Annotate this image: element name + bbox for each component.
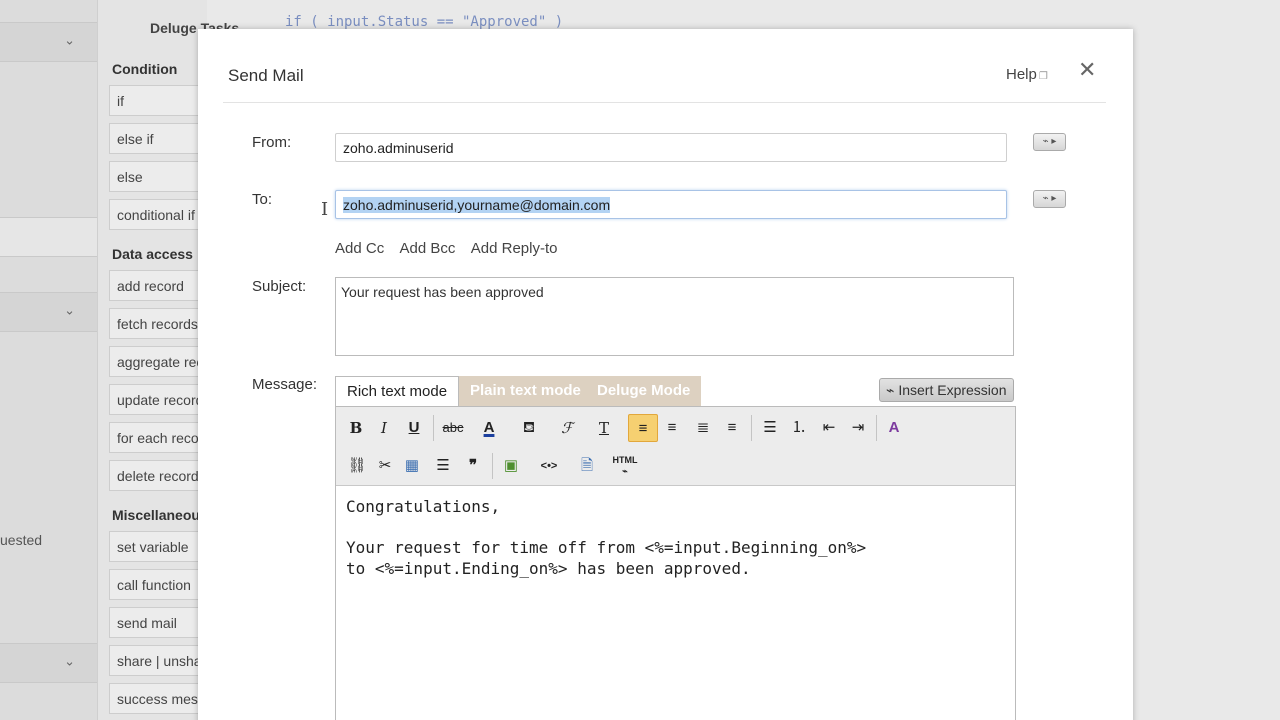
insert-file-icon[interactable]: 🗎 bbox=[572, 452, 602, 480]
justify-icon[interactable]: ≣ bbox=[688, 414, 718, 442]
to-value: zoho.adminuserid,yourname@domain.com bbox=[343, 197, 611, 213]
bullet-list-icon[interactable]: ☰ bbox=[755, 414, 785, 442]
chevron-down-icon[interactable]: ⌄ bbox=[64, 32, 75, 48]
nav-selected-item[interactable] bbox=[0, 217, 97, 257]
toolbar-separator bbox=[433, 415, 434, 441]
help-link[interactable]: Help ❐ bbox=[1006, 66, 1048, 83]
from-field[interactable]: zoho.adminuserid bbox=[335, 133, 1007, 162]
add-bcc-link[interactable]: Add Bcc bbox=[400, 240, 456, 257]
align-right-icon[interactable]: ≡ bbox=[657, 414, 687, 442]
tab-deluge-mode[interactable]: Deluge Mode bbox=[586, 376, 702, 406]
to-label: To: bbox=[252, 191, 273, 208]
html-source-icon[interactable]: HTML ⌁ bbox=[610, 452, 640, 480]
insert-expression-button[interactable]: ⌁ Insert Expression bbox=[879, 378, 1014, 402]
message-editor: B I U abc A ⛾ ℱ T ≡ ≡ ≣ ≡ ☰ ⒈ ⇤ ⇥ A ⛓ ✂ … bbox=[335, 406, 1016, 720]
font-size-icon[interactable]: T bbox=[589, 414, 619, 442]
message-label: Message: bbox=[252, 376, 318, 393]
left-navigation: ⌄ ⌄ uested ⌄ bbox=[0, 0, 97, 720]
subject-label: Subject: bbox=[252, 278, 307, 295]
section-miscellaneous: Miscellaneous bbox=[112, 507, 208, 523]
link-icon[interactable]: ⛓ bbox=[342, 452, 372, 480]
tab-plain-text-mode[interactable]: Plain text mode bbox=[459, 376, 592, 406]
nav-requested-text: uested bbox=[0, 532, 43, 548]
toolbar-separator bbox=[876, 415, 877, 441]
message-body[interactable]: Congratulations, Your request for time o… bbox=[346, 497, 866, 579]
insert-expression-label: Insert Expression bbox=[898, 382, 1007, 398]
add-cc-link[interactable]: Add Cc bbox=[335, 240, 384, 257]
external-window-icon: ❐ bbox=[1038, 71, 1048, 82]
background-color-icon[interactable]: ⛾ bbox=[514, 414, 544, 442]
chevron-down-icon[interactable]: ⌄ bbox=[64, 653, 75, 669]
bold-icon[interactable]: B bbox=[341, 414, 371, 442]
numbered-list-icon[interactable]: ⒈ bbox=[784, 414, 814, 442]
deluge-tasks-panel: Deluge Tasks Condition if else if else c… bbox=[97, 0, 239, 720]
nav-group-3[interactable]: ⌄ bbox=[0, 643, 97, 683]
from-value: zoho.adminuserid bbox=[343, 140, 454, 156]
embed-code-icon[interactable]: <•> bbox=[534, 452, 564, 480]
script-code-line: if ( input.Status == "Approved" ) bbox=[285, 14, 564, 30]
toolbar-separator bbox=[492, 453, 493, 479]
nav-group-1[interactable]: ⌄ bbox=[0, 22, 97, 62]
text-cursor-icon: I bbox=[321, 199, 329, 220]
indent-icon[interactable]: ⇥ bbox=[843, 414, 873, 442]
align-center-icon[interactable]: ≡ bbox=[717, 414, 747, 442]
nav-group-2[interactable]: ⌄ bbox=[0, 292, 97, 332]
add-recipient-links: Add Cc Add Bcc Add Reply-to bbox=[335, 240, 569, 257]
editor-toolbar: B I U abc A ⛾ ℱ T ≡ ≡ ≣ ≡ ☰ ⒈ ⇤ ⇥ A ⛓ ✂ … bbox=[336, 407, 1015, 486]
help-label: Help bbox=[1006, 66, 1037, 83]
align-left-icon[interactable]: ≡ bbox=[628, 414, 658, 442]
font-family-icon[interactable]: ℱ bbox=[552, 414, 582, 442]
strikethrough-icon[interactable]: abc bbox=[438, 414, 468, 442]
from-expression-button[interactable]: ⌁ ▸ bbox=[1033, 133, 1066, 151]
add-reply-to-link[interactable]: Add Reply-to bbox=[471, 240, 558, 257]
dialog-title: Send Mail bbox=[228, 66, 304, 85]
title-divider bbox=[223, 102, 1106, 103]
unlink-icon[interactable]: ✂ bbox=[370, 452, 400, 480]
expression-icon: ⌁ bbox=[886, 382, 899, 398]
outdent-icon[interactable]: ⇤ bbox=[814, 414, 844, 442]
send-mail-dialog: Send Mail Help ❐ ✕ From: zoho.adminuserid… bbox=[198, 29, 1133, 720]
horizontal-rule-icon[interactable]: ☰ bbox=[428, 452, 458, 480]
clear-format-icon[interactable]: A bbox=[879, 414, 909, 442]
image-icon[interactable]: ▣ bbox=[496, 452, 526, 480]
to-field[interactable]: zoho.adminuserid,yourname@domain.com bbox=[335, 190, 1007, 219]
from-label: From: bbox=[252, 134, 292, 151]
to-expression-button[interactable]: ⌁ ▸ bbox=[1033, 190, 1066, 208]
table-icon[interactable]: ▦ bbox=[397, 452, 427, 480]
tab-rich-text-mode[interactable]: Rich text mode bbox=[335, 376, 460, 407]
section-condition: Condition bbox=[112, 61, 178, 77]
font-color-icon[interactable]: A bbox=[474, 414, 504, 442]
italic-icon[interactable]: I bbox=[369, 414, 399, 442]
chevron-down-icon[interactable]: ⌄ bbox=[64, 302, 75, 318]
section-data-access: Data access bbox=[112, 246, 193, 262]
toolbar-separator bbox=[751, 415, 752, 441]
subject-field[interactable]: Your request has been approved bbox=[335, 277, 1014, 356]
underline-icon[interactable]: U bbox=[399, 414, 429, 442]
close-icon[interactable]: ✕ bbox=[1078, 57, 1096, 83]
blockquote-icon[interactable]: ❞ bbox=[458, 452, 488, 480]
